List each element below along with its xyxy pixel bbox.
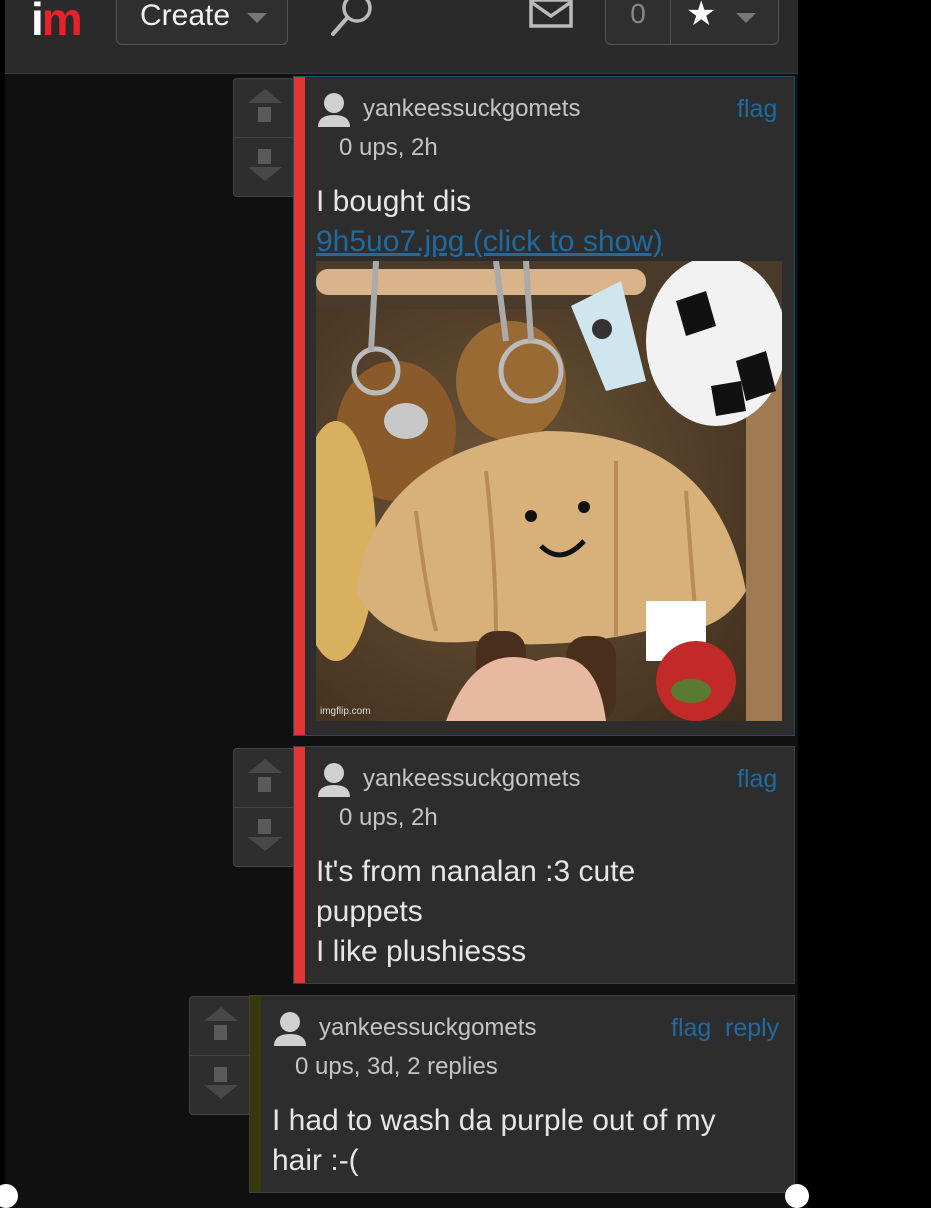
comment-meta: 0 ups, 2h [339,134,438,161]
comment-meta: 0 ups, 3d, 2 replies [295,1053,498,1080]
notifications-group[interactable]: 0 ★ [605,0,779,45]
mail-icon[interactable] [529,0,573,32]
comment-text-line: I had to wash da purple out of my [272,1104,716,1137]
comment: yankeessuckgomets 0 ups, 2h flag It's fr… [293,746,795,984]
comment: yankeessuckgomets 0 ups, 2h flag I bough… [293,76,795,736]
comment-thread-bar [294,77,305,735]
comment-text-line: puppets [316,895,423,928]
flag-link[interactable]: flag [737,765,777,794]
vote-box [233,748,295,867]
comment-username[interactable]: yankeessuckgomets [319,1014,536,1042]
comment: yankeessuckgomets 0 ups, 3d, 2 replies f… [249,995,795,1193]
search-icon[interactable] [321,0,381,42]
user-avatar-icon[interactable] [272,1010,308,1046]
upvote-button[interactable] [234,749,294,808]
user-avatar-icon[interactable] [316,91,352,127]
image-watermark: imgflip.com [320,706,371,717]
create-button-label: Create [140,0,231,32]
downvote-button[interactable] [234,137,294,195]
chevron-down-icon[interactable] [736,13,756,23]
flag-link[interactable]: flag [671,1014,711,1043]
comment-text-line: It's from nanalan :3 cute [316,855,636,888]
user-avatar-icon[interactable] [316,761,352,797]
arrow-up-icon [248,89,282,103]
create-button[interactable]: Create [116,0,288,45]
comment-text: I bought dis [316,185,472,218]
selection-handle-right[interactable] [785,1184,809,1208]
notification-count[interactable]: 0 [606,0,671,44]
comment-username[interactable]: yankeessuckgomets [363,95,580,123]
vote-box [189,996,251,1115]
star-icon[interactable]: ★ [686,0,716,31]
upvote-button[interactable] [190,997,250,1056]
arrow-up-icon [248,759,282,773]
comment-meta: 0 ups, 2h [339,804,438,831]
site-logo[interactable]: im [31,0,83,45]
comment-thread-bar [294,747,305,983]
top-bar: im Create 0 ★ [5,0,798,74]
arrow-down-icon [204,1085,238,1099]
arrow-up-icon [204,1007,238,1021]
app-window: im Create 0 ★ yankeessuckgomets 0 ups, 2… [5,0,798,1208]
comment-thread-bar [250,996,261,1192]
chevron-down-icon [247,13,267,23]
comment-username[interactable]: yankeessuckgomets [363,765,580,793]
vote-box [233,78,295,197]
comment-image[interactable]: imgflip.com [316,261,782,721]
logo-i: i [31,0,44,45]
downvote-button[interactable] [190,1055,250,1113]
comment-text-line: hair :-( [272,1144,359,1177]
logo-m: m [41,0,83,45]
croissant-plush-image [316,261,782,721]
upvote-button[interactable] [234,79,294,138]
arrow-down-icon [248,837,282,851]
reply-link[interactable]: reply [725,1014,779,1043]
flag-link[interactable]: flag [737,95,777,124]
image-link[interactable]: 9h5uo7.jpg (click to show) [316,222,663,262]
comment-text-line: I like plushiesss [316,935,527,968]
downvote-button[interactable] [234,807,294,865]
arrow-down-icon [248,167,282,181]
